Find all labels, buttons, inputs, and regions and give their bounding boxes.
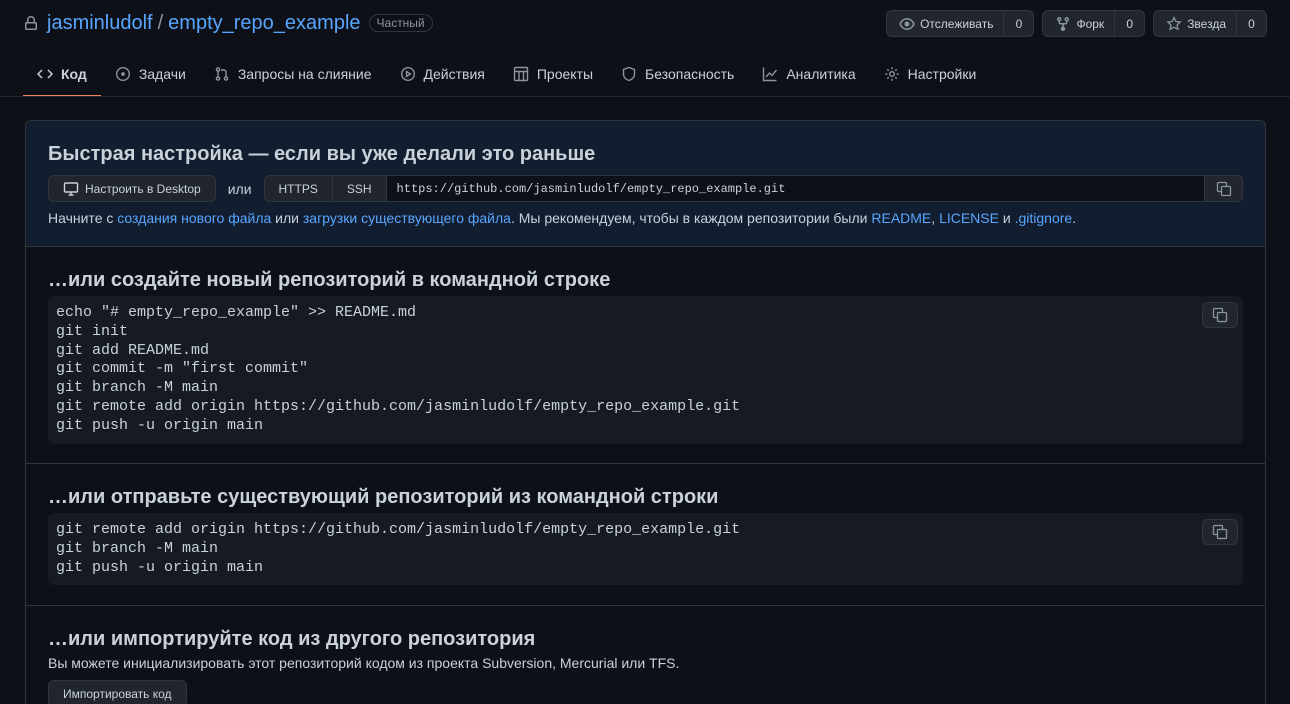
shield-icon bbox=[622, 66, 636, 82]
hint-text: или bbox=[271, 210, 303, 226]
code-icon bbox=[37, 69, 53, 79]
fork-icon bbox=[1057, 16, 1070, 31]
gitignore-link[interactable]: .gitignore bbox=[1015, 210, 1073, 226]
tab-label: Задачи bbox=[138, 66, 186, 82]
tab-label: Безопасность bbox=[645, 66, 735, 82]
clone-row: Настроить в Desktop или HTTPS SSH https:… bbox=[48, 175, 1243, 202]
watch-button[interactable]: Отслеживать 0 bbox=[886, 10, 1035, 37]
tab-code[interactable]: Код bbox=[23, 52, 101, 97]
import-section: …или импортируйте код из другого репозит… bbox=[26, 606, 1265, 704]
tab-label: Проекты bbox=[536, 66, 594, 82]
watch-count[interactable]: 0 bbox=[1004, 11, 1033, 36]
readme-link[interactable]: README bbox=[871, 210, 931, 226]
graph-icon bbox=[763, 67, 778, 82]
watch-label: Отслеживать bbox=[920, 16, 994, 31]
star-label: Звезда bbox=[1187, 16, 1226, 31]
fork-count[interactable]: 0 bbox=[1115, 11, 1144, 36]
new-repo-title: …или создайте новый репозиторий в команд… bbox=[48, 269, 611, 291]
license-link[interactable]: LICENSE bbox=[939, 210, 999, 226]
tab-label: Код bbox=[61, 66, 87, 82]
push-existing-code-block: git remote add origin https://github.com… bbox=[48, 513, 1243, 586]
repo-actions: Отслеживать 0 Форк 0 Звезда 0 bbox=[886, 10, 1267, 37]
play-icon bbox=[400, 66, 415, 82]
repo-separator: / bbox=[157, 11, 164, 34]
empty-repo-setup-box: Быстрая настройка — если вы уже делали э… bbox=[25, 120, 1266, 704]
new-repo-section: …или создайте новый репозиторий в команд… bbox=[26, 247, 1265, 464]
quick-setup-title: Быстрая настройка — если вы уже делали э… bbox=[48, 143, 596, 165]
clone-url-group: HTTPS SSH https://github.com/jasminludol… bbox=[263, 175, 1243, 202]
repo-name-link[interactable]: empty_repo_example bbox=[168, 12, 360, 35]
hint-text: Начните с bbox=[48, 210, 118, 226]
pull-request-icon bbox=[215, 67, 229, 81]
hint-text: . Мы рекомендуем, чтобы в каждом репозит… bbox=[510, 210, 872, 226]
tab-projects[interactable]: Проекты bbox=[499, 52, 607, 96]
quick-setup-section: Быстрая настройка — если вы уже делали э… bbox=[26, 121, 1265, 247]
lock-icon bbox=[25, 16, 37, 30]
gear-icon bbox=[884, 67, 899, 81]
visibility-badge: Частный bbox=[368, 14, 433, 32]
import-code-button[interactable]: Импортировать код bbox=[48, 680, 187, 704]
tabs-divider bbox=[0, 96, 1290, 97]
fork-label: Форк bbox=[1076, 16, 1105, 31]
quick-setup-hint: Начните с создания нового файла или загр… bbox=[48, 210, 1243, 226]
tab-security[interactable]: Безопасность bbox=[607, 52, 748, 96]
hint-text: . bbox=[1072, 210, 1077, 226]
copy-icon bbox=[1216, 181, 1231, 196]
copy-push-existing-commands-button[interactable] bbox=[1202, 519, 1238, 545]
setup-in-desktop-button[interactable]: Настроить в Desktop bbox=[48, 175, 216, 202]
copy-icon bbox=[1212, 307, 1228, 323]
tab-label: Аналитика bbox=[786, 66, 856, 82]
hint-text: и bbox=[998, 210, 1015, 226]
fork-button[interactable]: Форк 0 bbox=[1042, 10, 1146, 37]
setup-in-desktop-label: Настроить в Desktop bbox=[85, 181, 201, 196]
issue-icon bbox=[115, 66, 130, 82]
repo-nav-tabs: Код Задачи Запросы на слияние Действия П… bbox=[23, 52, 1290, 97]
import-description: Вы можете инициализировать этот репозито… bbox=[48, 655, 680, 671]
hint-text: , bbox=[931, 210, 940, 226]
copy-clone-url-button[interactable] bbox=[1205, 175, 1243, 202]
tab-label: Запросы на слияние bbox=[237, 66, 372, 82]
https-toggle[interactable]: HTTPS bbox=[263, 175, 333, 202]
or-text: или bbox=[227, 180, 252, 197]
repo-owner-link[interactable]: jasminludolf bbox=[47, 12, 153, 35]
table-icon bbox=[513, 66, 529, 82]
tab-issues[interactable]: Задачи bbox=[101, 52, 200, 96]
tab-actions[interactable]: Действия bbox=[386, 52, 499, 96]
ssh-toggle[interactable]: SSH bbox=[332, 175, 387, 202]
new-repo-code-block: echo "# empty_repo_example" >> README.md… bbox=[48, 296, 1243, 444]
copy-icon bbox=[1212, 524, 1228, 540]
copy-new-repo-commands-button[interactable] bbox=[1202, 302, 1238, 328]
clone-url-input[interactable]: https://github.com/jasminludolf/empty_re… bbox=[386, 175, 1205, 202]
desktop-icon bbox=[63, 181, 79, 196]
tab-pull-requests[interactable]: Запросы на слияние bbox=[200, 52, 386, 96]
tab-label: Настройки bbox=[907, 66, 977, 82]
push-existing-section: …или отправьте существующий репозиторий … bbox=[26, 464, 1265, 606]
star-icon bbox=[1166, 15, 1182, 31]
star-button[interactable]: Звезда 0 bbox=[1153, 10, 1267, 37]
repo-header: jasminludolf / empty_repo_example Частны… bbox=[23, 8, 433, 38]
tab-settings[interactable]: Настройки bbox=[870, 52, 991, 96]
new-repo-commands: echo "# empty_repo_example" >> README.md… bbox=[56, 304, 741, 434]
import-title: …или импортируйте код из другого репозит… bbox=[48, 628, 536, 650]
tab-insights[interactable]: Аналитика bbox=[748, 52, 869, 96]
push-existing-commands: git remote add origin https://github.com… bbox=[56, 521, 741, 576]
star-count[interactable]: 0 bbox=[1237, 11, 1266, 36]
eye-icon bbox=[899, 17, 915, 30]
push-existing-title: …или отправьте существующий репозиторий … bbox=[48, 486, 719, 508]
tab-label: Действия bbox=[423, 66, 485, 82]
create-new-file-link[interactable]: создания нового файла bbox=[117, 210, 271, 226]
upload-file-link[interactable]: загрузки существующего файла bbox=[303, 210, 511, 226]
